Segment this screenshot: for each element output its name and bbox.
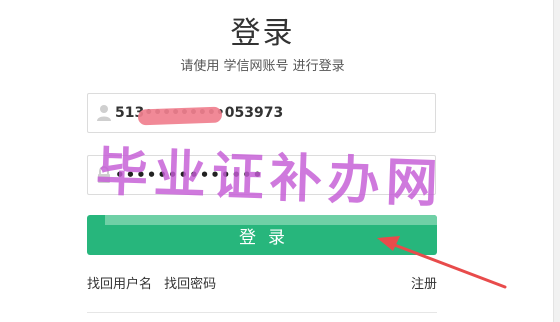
button-highlight bbox=[105, 215, 437, 225]
register-link[interactable]: 注册 bbox=[411, 273, 437, 292]
page-subtitle: 请使用 学信网账号 进行登录 bbox=[180, 59, 345, 74]
login-button[interactable]: 登录 bbox=[87, 215, 437, 255]
page-title: 登录 bbox=[230, 16, 295, 51]
scrollbar[interactable] bbox=[553, 0, 560, 322]
login-page: 登录 请使用 学信网账号 进行登录 登录 找回用户名 找回密码 注册 毕业证补办… bbox=[0, 0, 560, 322]
login-button-label: 登录 bbox=[239, 227, 297, 248]
user-icon bbox=[96, 104, 112, 122]
redaction-mark bbox=[137, 106, 223, 126]
find-password-link[interactable]: 找回密码 bbox=[164, 277, 216, 292]
password-input[interactable] bbox=[115, 156, 425, 194]
lock-icon bbox=[96, 166, 112, 184]
divider bbox=[87, 312, 437, 313]
password-field[interactable] bbox=[87, 155, 436, 195]
account-links: 找回用户名 找回密码 注册 bbox=[87, 273, 437, 292]
find-username-link[interactable]: 找回用户名 bbox=[87, 277, 152, 292]
